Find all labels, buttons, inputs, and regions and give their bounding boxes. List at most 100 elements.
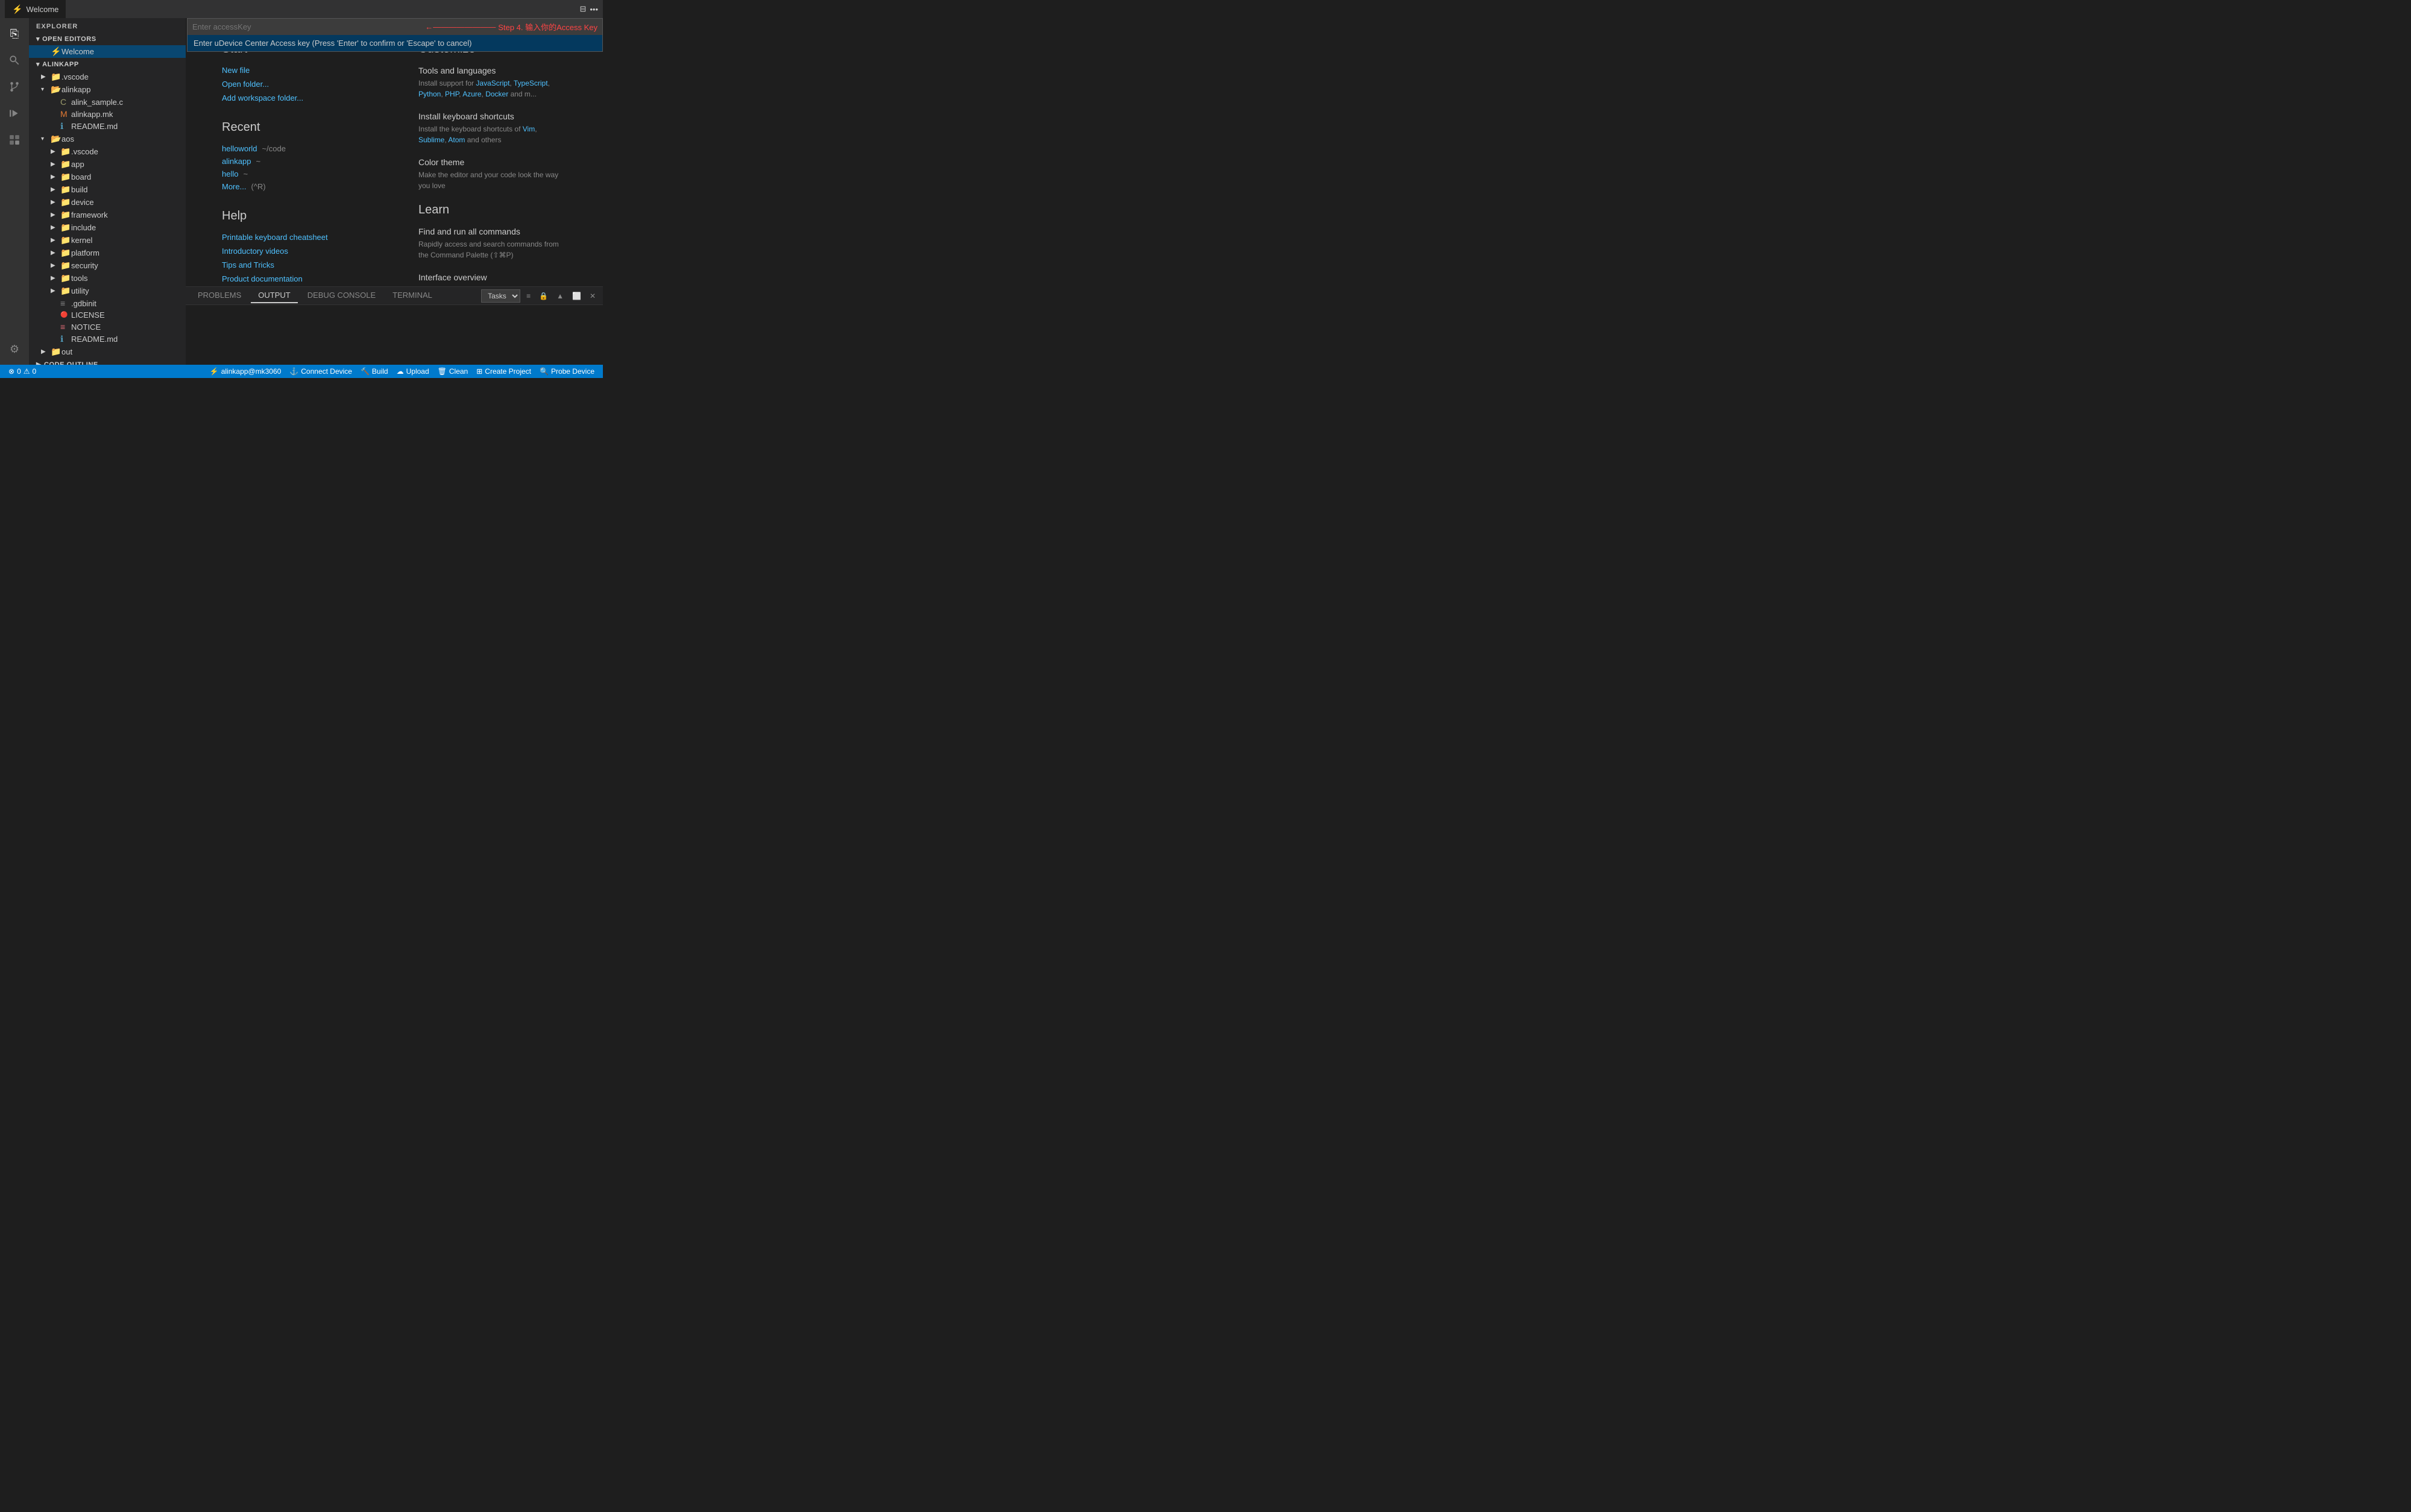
open-editor-welcome[interactable]: ⚡ Welcome <box>29 45 186 58</box>
more-actions-icon[interactable]: ••• <box>590 5 598 14</box>
recent-item-alinkapp[interactable]: alinkapp ~ <box>222 157 370 166</box>
welcome-left-col: Start New file Open folder... Add worksp… <box>222 42 370 286</box>
status-probe-device[interactable]: 🔍 Probe Device <box>536 365 598 378</box>
panel-tab-terminal[interactable]: TERMINAL <box>385 288 440 303</box>
panel-close-icon[interactable]: ✕ <box>587 291 598 301</box>
board-icon: 📁 <box>60 172 71 182</box>
panel-tasks-select[interactable]: Tasks <box>481 289 520 303</box>
help-link-0[interactable]: Printable keyboard cheatsheet <box>222 233 370 242</box>
keyboard-atom-link[interactable]: Atom <box>448 136 465 144</box>
tree-item-vscode-2[interactable]: ▶ 📁 .vscode <box>29 145 186 158</box>
tree-item-utility[interactable]: ▶ 📁 utility <box>29 285 186 297</box>
tree-item-notice[interactable]: ≡ NOTICE <box>29 321 186 333</box>
panel-list-icon[interactable]: ≡ <box>524 291 533 301</box>
activity-explorer[interactable]: ⎘ <box>4 23 25 45</box>
recent-helloworld-name[interactable]: helloworld <box>222 144 257 153</box>
learn-commands-desc: Rapidly access and search commands from … <box>418 239 567 260</box>
tools-icon: 📁 <box>60 273 71 283</box>
sidebar-bottom-sections: ▶ CODE OUTLINE ▶ BUILD TARGET <box>29 358 186 365</box>
license-icon: 🔴 <box>60 312 71 318</box>
status-errors-warnings[interactable]: ⊗ 0 ⚠ 0 <box>5 365 40 378</box>
platform-label: platform <box>71 248 99 257</box>
tools-docker-link[interactable]: Docker <box>485 90 508 98</box>
tree-item-platform[interactable]: ▶ 📁 platform <box>29 247 186 259</box>
tools-azure-link[interactable]: Azure <box>462 90 481 98</box>
activity-debug[interactable] <box>4 102 25 124</box>
framework-arrow: ▶ <box>51 212 60 218</box>
status-create-project[interactable]: ⊞ Create Project <box>473 365 535 378</box>
status-device[interactable]: ⚡ alinkapp@mk3060 <box>206 365 285 378</box>
split-editor-icon[interactable]: ⊟ <box>579 4 586 14</box>
tree-item-out[interactable]: ▶ 📁 out <box>29 345 186 358</box>
keyboard-sublime-link[interactable]: Sublime <box>418 136 444 144</box>
tools-ts-link[interactable]: TypeScript <box>514 79 548 87</box>
add-workspace-link[interactable]: Add workspace folder... <box>222 93 370 102</box>
probe-device-label: Probe Device <box>551 367 594 376</box>
access-key-input[interactable] <box>192 22 420 31</box>
code-outline-header[interactable]: ▶ CODE OUTLINE <box>29 358 186 365</box>
status-upload[interactable]: ☁ Upload <box>393 365 433 378</box>
tree-item-tools[interactable]: ▶ 📁 tools <box>29 272 186 285</box>
tree-item-alinkapp[interactable]: ▾ 📂 alinkapp <box>29 83 186 96</box>
tree-item-alink-sample[interactable]: C alink_sample.c <box>29 96 186 108</box>
tree-item-build[interactable]: ▶ 📁 build <box>29 183 186 196</box>
open-folder-link[interactable]: Open folder... <box>222 80 370 89</box>
recent-hello-name[interactable]: hello <box>222 169 238 178</box>
kernel-arrow: ▶ <box>51 237 60 244</box>
tree-item-readme-1[interactable]: ℹ README.md <box>29 120 186 133</box>
tree-item-include[interactable]: ▶ 📁 include <box>29 221 186 234</box>
learn-title: Learn <box>418 203 567 217</box>
status-clean[interactable]: 🗑 Clean <box>434 365 472 378</box>
tools-php-link[interactable]: PHP <box>445 90 459 98</box>
keyboard-vim-link[interactable]: Vim <box>523 125 535 133</box>
panel-lock-icon[interactable]: 🔒 <box>537 291 550 301</box>
help-link-1[interactable]: Introductory videos <box>222 247 370 256</box>
recent-alinkapp-name[interactable]: alinkapp <box>222 157 251 166</box>
open-editors-arrow: ▾ <box>36 35 40 43</box>
tree-item-license[interactable]: 🔴 LICENSE <box>29 309 186 321</box>
panel-up-icon[interactable]: ▲ <box>554 291 566 301</box>
tools-python-link[interactable]: Python <box>418 90 441 98</box>
more-link[interactable]: More... <box>222 182 246 191</box>
tree-item-device[interactable]: ▶ 📁 device <box>29 196 186 209</box>
alinkapp-label: ALINKAPP <box>42 61 79 68</box>
recent-item-helloworld[interactable]: helloworld ~/code <box>222 144 370 153</box>
panel-tab-problems[interactable]: PROBLEMS <box>191 288 248 303</box>
activity-search[interactable] <box>4 49 25 71</box>
error-count: 0 <box>17 367 21 376</box>
tree-item-framework[interactable]: ▶ 📁 framework <box>29 209 186 221</box>
panel-tab-debug[interactable]: DEBUG CONSOLE <box>300 288 383 303</box>
open-editors-header[interactable]: ▾ Open Editors <box>29 33 186 45</box>
help-link-3[interactable]: Product documentation <box>222 274 370 283</box>
tools-js-link[interactable]: JavaScript <box>476 79 509 87</box>
activity-settings[interactable]: ⚙ <box>4 338 25 360</box>
welcome-tab[interactable]: ⚡ Welcome <box>5 0 66 18</box>
activity-source-control[interactable] <box>4 76 25 98</box>
learn-interface: Interface overview Get a visual overlay … <box>418 272 567 286</box>
tree-item-security[interactable]: ▶ 📁 security <box>29 259 186 272</box>
status-connect-device[interactable]: ⚓ Connect Device <box>286 365 356 378</box>
tree-item-aos[interactable]: ▾ 📂 aos <box>29 133 186 145</box>
alinkapp-header[interactable]: ▾ ALINKAPP <box>29 58 186 71</box>
tree-item-gdbinit[interactable]: ≡ .gdbinit <box>29 297 186 309</box>
welcome-right-col: Customize Tools and languages Install su… <box>418 42 567 286</box>
warning-count: 0 <box>33 367 37 376</box>
tree-item-vscode-1[interactable]: ▶ 📁 .vscode <box>29 71 186 83</box>
help-link-2[interactable]: Tips and Tricks <box>222 260 370 269</box>
utility-arrow: ▶ <box>51 288 60 294</box>
panel-tab-output[interactable]: OUTPUT <box>251 288 297 303</box>
probe-device-icon: 🔍 <box>540 367 549 376</box>
tree-item-readme-2[interactable]: ℹ README.md <box>29 333 186 345</box>
create-project-label: Create Project <box>485 367 531 376</box>
activity-extensions[interactable] <box>4 129 25 151</box>
tree-item-board[interactable]: ▶ 📁 board <box>29 171 186 183</box>
status-build[interactable]: 🔨 Build <box>357 365 392 378</box>
tree-item-app[interactable]: ▶ 📁 app <box>29 158 186 171</box>
panel-layout-icon[interactable]: ⬜ <box>570 291 584 301</box>
new-file-link[interactable]: New file <box>222 66 370 75</box>
device-label: device <box>71 198 94 207</box>
kernel-label: kernel <box>71 236 92 245</box>
recent-item-hello[interactable]: hello ~ <box>222 169 370 178</box>
tree-item-kernel[interactable]: ▶ 📁 kernel <box>29 234 186 247</box>
tree-item-alinkapp-mk[interactable]: M alinkapp.mk <box>29 108 186 120</box>
